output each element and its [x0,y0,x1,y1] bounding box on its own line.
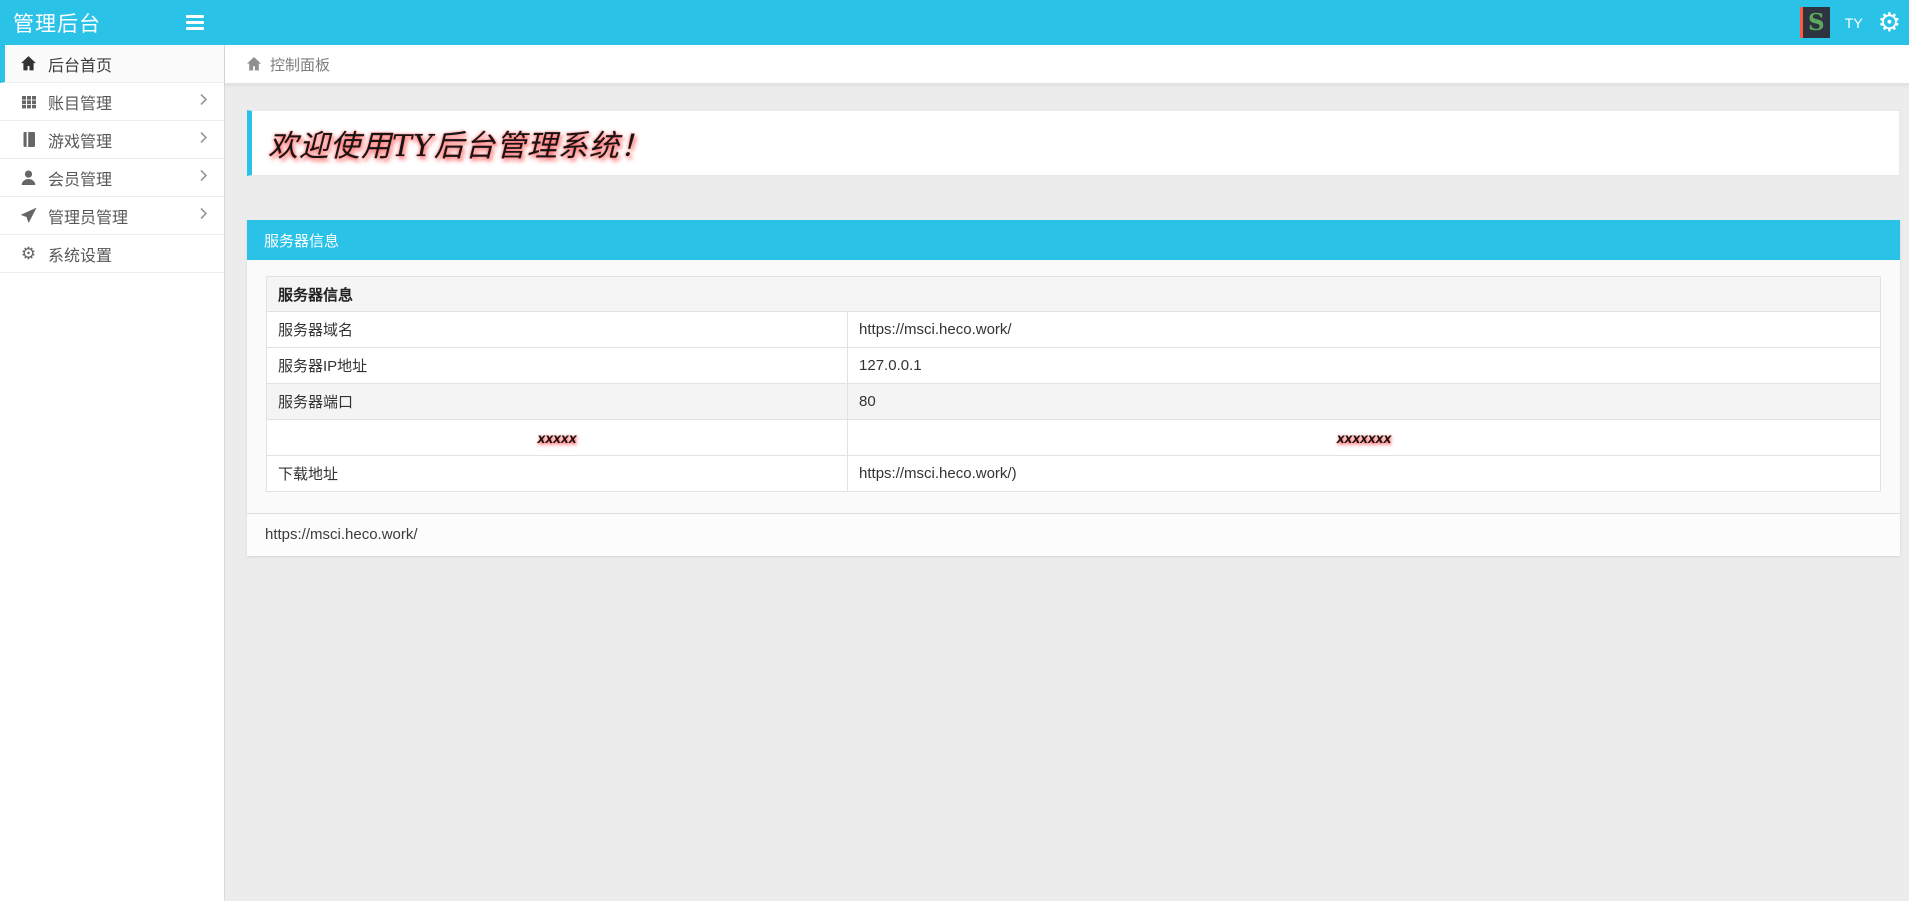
breadcrumb: 控制面板 [225,45,1909,84]
user-menu[interactable]: TY [1845,15,1863,31]
home-icon [246,56,262,72]
row-value: 80 [848,384,1881,420]
top-navbar: 管理后台 S TY ⚙ [0,0,1909,45]
book-icon [20,131,37,148]
sidebar-item-settings[interactable]: ⚙ 系统设置 [0,235,224,273]
brand-logo[interactable]: S [1800,7,1830,38]
grid-icon [20,93,37,110]
main-content: 控制面板 欢迎使用TY后台管理系统！ 服务器信息 服务器信息 服务器域名 [225,45,1909,901]
sidebar-toggle-icon[interactable] [186,15,204,30]
table-title: 服务器信息 [267,277,1881,312]
row-label: 服务器端口 [267,384,848,420]
user-icon [20,169,37,186]
table-row: 下载地址 https://msci.heco.work/) [267,456,1881,492]
row-label-redacted: xxxxx [267,420,848,456]
sidebar-item-label: 账目管理 [48,90,112,114]
row-label: 服务器域名 [267,312,848,348]
sidebar-item-label: 后台首页 [48,52,112,76]
row-value: 127.0.0.1 [848,348,1881,384]
welcome-banner: 欢迎使用TY后台管理系统！ [247,110,1900,176]
chevron-right-icon [199,92,208,111]
gear-icon: ⚙ [20,245,37,262]
row-value: https://msci.heco.work/) [848,456,1881,492]
sidebar-item-accounts[interactable]: 账目管理 [0,83,224,121]
row-value: https://msci.heco.work/ [848,312,1881,348]
server-info-panel: 服务器信息 服务器信息 服务器域名 https://msci.heco.work… [247,220,1900,556]
row-value-redacted: xxxxxxx [848,420,1881,456]
table-row: xxxxx xxxxxxx [267,420,1881,456]
sidebar-item-label: 会员管理 [48,166,112,190]
sidebar-item-label: 游戏管理 [48,128,112,152]
breadcrumb-current[interactable]: 控制面板 [270,54,330,75]
settings-gear-icon[interactable]: ⚙ [1878,9,1901,35]
sidebar-item-members[interactable]: 会员管理 [0,159,224,197]
sidebar-item-label: 系统设置 [48,242,112,266]
app-title: 管理后台 [0,8,186,38]
row-label: 下载地址 [267,456,848,492]
welcome-message: 欢迎使用TY后台管理系统！ [268,121,651,165]
table-title-row: 服务器信息 [267,277,1881,312]
row-label: 服务器IP地址 [267,348,848,384]
chevron-right-icon [199,130,208,149]
panel-footer-url: https://msci.heco.work/ [247,513,1900,556]
sidebar-item-games[interactable]: 游戏管理 [0,121,224,159]
server-info-table: 服务器信息 服务器域名 https://msci.heco.work/ 服务器I… [266,276,1881,492]
topbar-right-group: S TY ⚙ [1800,7,1909,38]
panel-body: 服务器信息 服务器域名 https://msci.heco.work/ 服务器I… [247,260,1900,513]
send-icon [20,207,37,224]
panel-header: 服务器信息 [247,220,1900,260]
sidebar-item-label: 管理员管理 [48,204,128,228]
sidebar-item-dashboard[interactable]: 后台首页 [0,45,224,83]
table-row: 服务器端口 80 [267,384,1881,420]
table-row: 服务器IP地址 127.0.0.1 [267,348,1881,384]
sidebar: 后台首页 账目管理 游戏管理 [0,45,225,901]
sidebar-item-admins[interactable]: 管理员管理 [0,197,224,235]
home-icon [20,55,37,72]
chevron-right-icon [199,168,208,187]
chevron-right-icon [199,206,208,225]
brand-logo-letter: S [1808,11,1825,34]
page-body: 欢迎使用TY后台管理系统！ 服务器信息 服务器信息 服务器域名 https://… [225,84,1909,556]
table-row: 服务器域名 https://msci.heco.work/ [267,312,1881,348]
